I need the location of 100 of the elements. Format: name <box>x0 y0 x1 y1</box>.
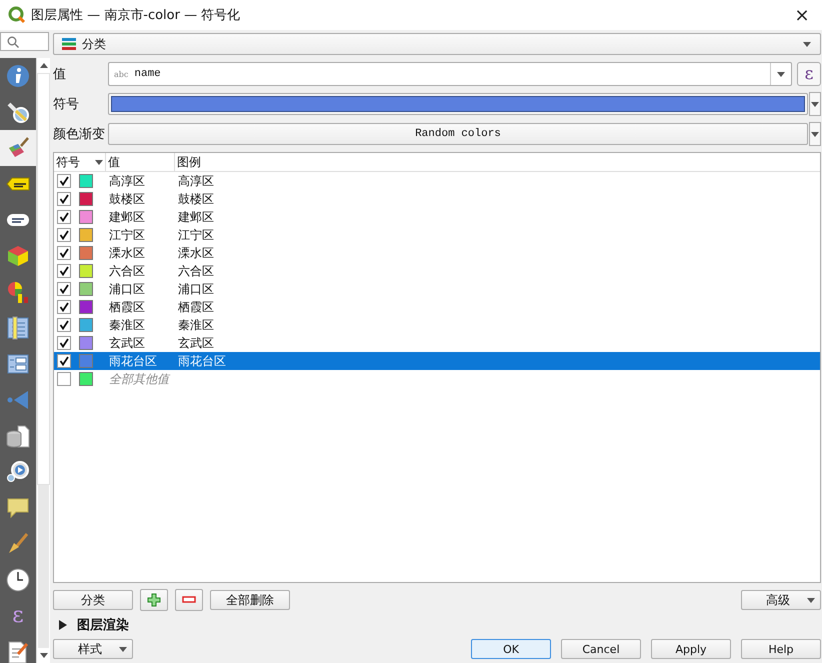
plus-icon <box>147 593 161 607</box>
caret-icon <box>810 130 820 138</box>
dialog-button[interactable]: Cancel <box>561 639 641 659</box>
checkbox[interactable] <box>57 354 71 368</box>
table-row[interactable]: 建邺区 建邺区 <box>54 208 820 226</box>
cone-icon <box>6 388 30 412</box>
column-header[interactable]: 值 <box>106 153 175 171</box>
table-cell: 雨花台区 <box>178 352 226 370</box>
checkbox[interactable] <box>57 300 71 314</box>
checkbox[interactable] <box>57 282 71 296</box>
table-cell: 建邺区 <box>178 208 214 226</box>
sidebar-item[interactable] <box>0 130 36 166</box>
checkbox[interactable] <box>57 372 71 386</box>
checkbox[interactable] <box>57 228 71 242</box>
expand-arrow-icon[interactable] <box>58 619 68 631</box>
renderer-dropdown[interactable]: 分类 <box>53 33 821 55</box>
checkbox[interactable] <box>57 318 71 332</box>
table-row[interactable]: 全部其他值 <box>54 370 820 388</box>
table-row[interactable]: 江宁区 江宁区 <box>54 226 820 244</box>
caret-icon <box>806 596 816 604</box>
delete-all-button[interactable]: 全部删除 <box>210 590 290 610</box>
table-cell-text: 建邺区 <box>109 208 146 226</box>
scroll-thumb[interactable] <box>37 73 50 485</box>
checkbox[interactable] <box>57 192 71 206</box>
table-cell: 江宁区 <box>178 226 214 244</box>
database-icon <box>6 424 30 448</box>
categorized-icon <box>61 37 77 51</box>
classify-button[interactable]: 分类 <box>53 590 133 610</box>
field-label: 颜色渐变 <box>53 126 105 143</box>
table-cell: 玄武区 <box>178 334 214 352</box>
advanced-button[interactable]: 高级 <box>741 590 821 610</box>
search-icon <box>7 36 19 48</box>
dialog-button[interactable]: Help <box>741 639 821 659</box>
checkbox[interactable] <box>57 336 71 350</box>
section-header[interactable]: 图层渲染 <box>77 616 129 634</box>
brush-icon <box>6 532 30 556</box>
color-ramp-button[interactable]: Random colors <box>108 123 808 145</box>
table-cell-text: 玄武区 <box>109 334 146 352</box>
scrollbar[interactable] <box>36 58 50 663</box>
table-cell-text: 溧水区 <box>109 244 146 262</box>
dialog-button[interactable]: Apply <box>651 639 731 659</box>
checkbox[interactable] <box>57 246 71 260</box>
paintbrush-icon <box>6 136 30 160</box>
table-row[interactable]: 六合区 六合区 <box>54 262 820 280</box>
table-row[interactable]: 秦淮区 秦淮区 <box>54 316 820 334</box>
sort-icon <box>94 158 104 166</box>
table-row[interactable]: 雨花台区 雨花台区 <box>54 352 820 370</box>
chart-icon <box>6 280 30 304</box>
remove-button[interactable] <box>175 589 203 611</box>
scroll-down-icon[interactable] <box>38 652 48 659</box>
caret-icon <box>776 70 786 78</box>
add-button[interactable] <box>140 589 168 611</box>
info-icon <box>6 64 30 88</box>
table-cell-text: 高淳区 <box>109 172 146 190</box>
table-cell-text: 浦口区 <box>109 280 146 298</box>
table-row[interactable]: 栖霞区 栖霞区 <box>54 298 820 316</box>
cube-icon <box>6 244 30 268</box>
table-row[interactable]: 玄武区 玄武区 <box>54 334 820 352</box>
table-cell: 秦淮区 <box>178 316 214 334</box>
table-cell-text: 鼓楼区 <box>109 190 146 208</box>
expression-icon: ε <box>12 605 24 627</box>
value-field[interactable]: abc name <box>108 62 792 86</box>
expression-button[interactable]: ε <box>797 62 821 86</box>
wrench-gear-icon <box>6 100 30 124</box>
checkbox[interactable] <box>57 210 71 224</box>
caret-icon <box>802 40 812 48</box>
layout-icon <box>6 352 30 376</box>
table-cell-text: 雨花台区 <box>109 352 158 370</box>
search-field[interactable] <box>0 32 49 51</box>
gear-play-icon <box>6 460 30 484</box>
table-cell: 高淳区 <box>178 172 214 190</box>
type-label: abc <box>114 70 128 78</box>
table-cell: 六合区 <box>178 262 214 280</box>
table-cell-text: 江宁区 <box>109 226 146 244</box>
dropdown-button[interactable] <box>809 92 821 116</box>
clock-icon <box>6 568 30 592</box>
form-icon <box>6 316 30 340</box>
table-cell-text: 六合区 <box>109 262 146 280</box>
caret-icon <box>810 100 820 108</box>
close-button[interactable]: × <box>782 0 822 30</box>
table-cell: 全部其他值 <box>109 370 169 388</box>
dialog-button[interactable]: OK <box>471 639 551 659</box>
table-cell: 浦口区 <box>178 280 214 298</box>
scroll-up-icon[interactable] <box>38 62 48 69</box>
table-row[interactable]: 溧水区 溧水区 <box>54 244 820 262</box>
dropdown-button[interactable] <box>809 122 821 146</box>
table-cell: 鼓楼区 <box>178 190 214 208</box>
table-row[interactable]: 鼓楼区 鼓楼区 <box>54 190 820 208</box>
table-row[interactable]: 高淳区 高淳区 <box>54 172 820 190</box>
speech-bubble-icon <box>6 496 30 520</box>
checkbox[interactable] <box>57 264 71 278</box>
checkbox[interactable] <box>57 174 71 188</box>
app-logo-icon <box>8 6 26 24</box>
table-row[interactable]: 浦口区 浦口区 <box>54 280 820 298</box>
table-cell-text: 栖霞区 <box>109 298 146 316</box>
table-cell: 栖霞区 <box>178 298 214 316</box>
style-button[interactable]: 样式 <box>53 639 133 659</box>
column-header[interactable]: 图例 <box>175 153 235 171</box>
column-header[interactable]: 符号 <box>54 153 106 171</box>
table-cell: 溧水区 <box>178 244 214 262</box>
